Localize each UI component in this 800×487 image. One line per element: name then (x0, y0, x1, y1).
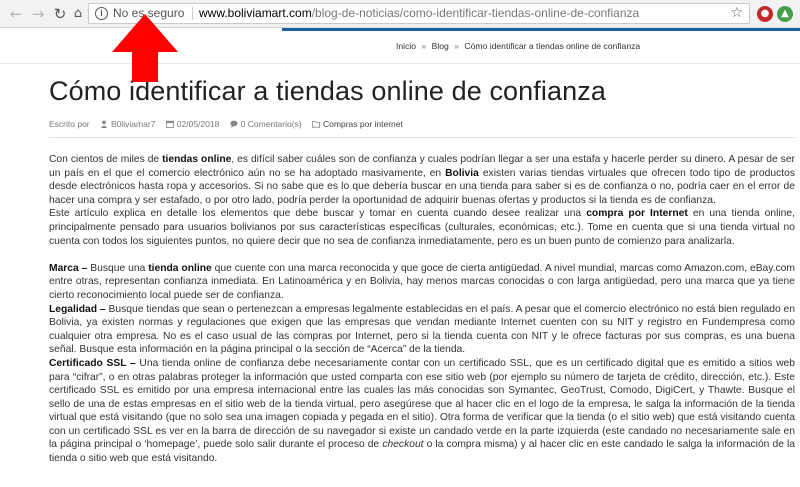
divider (49, 137, 795, 138)
text: Con cientos de miles de (49, 154, 163, 165)
section-ssl: Certificado SSL – Una tienda online de c… (49, 357, 795, 466)
star-icon[interactable]: ☆ (730, 4, 743, 23)
section-label: Certificado SSL – (49, 357, 140, 369)
extension-icon[interactable]: ● (757, 6, 773, 22)
text: Busque una (90, 262, 149, 274)
author-name: B0liviamar7 (111, 118, 156, 129)
breadcrumb-blog[interactable]: Blog (432, 41, 449, 51)
keyword-link[interactable]: tiendas online (162, 154, 231, 165)
text: Este artículo explica en detalle los ele… (49, 208, 587, 220)
url-text[interactable]: www.boliviamart.com/blog-de-noticias/com… (199, 4, 639, 23)
date: 02/05/2018 (165, 118, 220, 129)
text: checkout (382, 439, 424, 451)
home-icon[interactable]: ⌂ (70, 6, 86, 22)
keyword: Bolivia (445, 167, 479, 179)
written-by-label: Escrito por (49, 118, 90, 129)
article-meta: Escrito por B0liviamar7 02/05/2018 0 Com… (49, 118, 411, 129)
category-link[interactable]: Compras por internet (312, 119, 403, 129)
intro-paragraph: Con cientos de miles de tiendas online, … (49, 153, 795, 207)
url-host: www.boliviamart.com (199, 6, 312, 20)
breadcrumb-separator: » (421, 41, 427, 51)
breadcrumb-home[interactable]: Inicio (396, 41, 416, 51)
text: Busque tiendas que sean o pertenezcan a … (49, 303, 795, 356)
url-path: /blog-de-noticias/como-identificar-tiend… (311, 6, 640, 20)
back-icon[interactable]: ← (8, 6, 24, 22)
calendar-icon (165, 120, 174, 128)
keyword-link[interactable]: tienda online (148, 263, 212, 274)
comments-count: 0 Comentario(s) (240, 118, 302, 129)
reload-icon[interactable]: ↻ (52, 6, 68, 22)
section-label: Legalidad – (49, 303, 109, 315)
author[interactable]: B0liviamar7 (100, 119, 155, 129)
loading-progress-bar (282, 28, 800, 31)
comment-icon (230, 120, 238, 128)
breadcrumb-current: Cómo identificar a tiendas online de con… (464, 41, 641, 51)
forward-icon[interactable]: → (30, 6, 46, 22)
address-bar[interactable]: i No es seguro www.boliviamart.com/blog-… (88, 3, 750, 24)
red-arrow-annotation (112, 14, 178, 82)
section-marca: Marca – Busque una tienda online que cue… (49, 262, 795, 303)
date-text: 02/05/2018 (176, 118, 220, 129)
omnibox-divider (192, 7, 193, 20)
red-arrow-shape (112, 14, 178, 82)
user-icon (100, 120, 108, 128)
breadcrumb-separator: » (454, 41, 459, 51)
section-legalidad: Legalidad – Busque tiendas que sean o pe… (49, 303, 795, 357)
info-icon[interactable]: i (95, 7, 108, 20)
keyword-link[interactable]: compra por Internet (586, 208, 688, 219)
comments-link[interactable]: 0 Comentario(s) (230, 119, 302, 129)
intro-paragraph: Este artículo explica en detalle los ele… (49, 207, 795, 248)
section-label: Marca – (49, 262, 91, 274)
article-body: Con cientos de miles de tiendas online, … (49, 153, 795, 466)
text: Una tienda online de confianza debe nece… (49, 357, 795, 451)
breadcrumb: Inicio » Blog » Cómo identificar a tiend… (396, 41, 643, 51)
folder-icon (312, 120, 321, 128)
category-name: Compras por internet (323, 118, 403, 129)
extension-icon[interactable]: ▲ (777, 6, 793, 22)
